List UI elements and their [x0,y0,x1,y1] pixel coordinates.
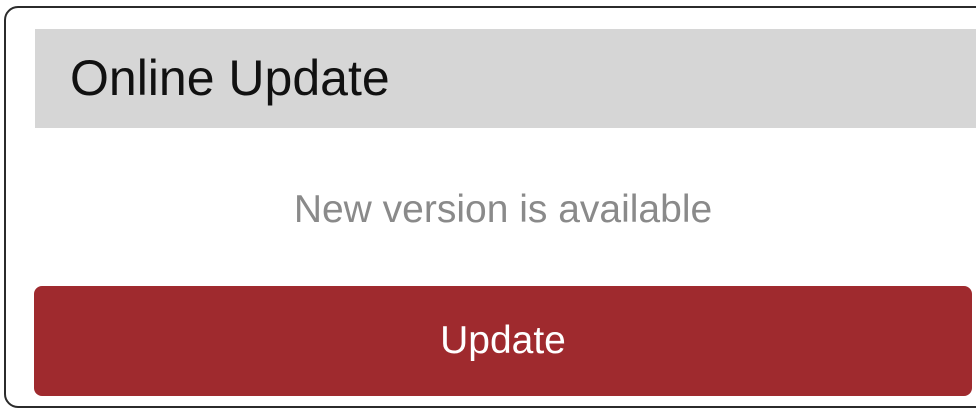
dialog-title: Online Update [70,50,390,106]
update-message: New version is available [293,188,713,231]
update-button[interactable]: Update [34,286,972,396]
